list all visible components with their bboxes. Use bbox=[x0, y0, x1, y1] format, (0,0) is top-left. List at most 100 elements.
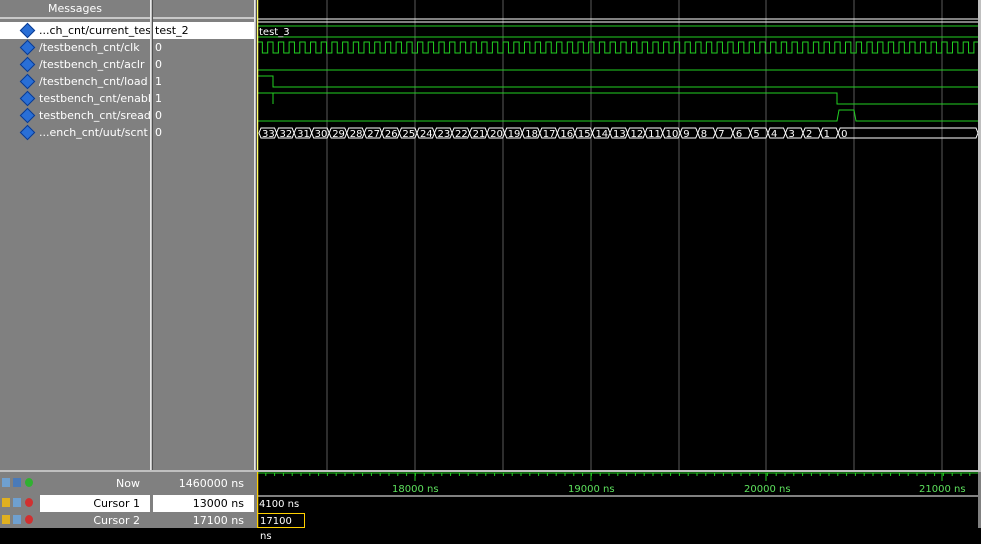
scnt-value: 3 bbox=[789, 129, 795, 140]
signal-name: testbench_cnt/enable bbox=[39, 92, 150, 105]
signal-row-aclr[interactable]: /testbench_cnt/aclr bbox=[0, 56, 150, 73]
time-ruler[interactable] bbox=[257, 472, 978, 528]
edit-icon[interactable] bbox=[13, 498, 21, 507]
signal-value[interactable]: 1 bbox=[153, 73, 254, 90]
cursor2-row[interactable]: Cursor 2 bbox=[0, 512, 150, 529]
signal-diamond-icon bbox=[19, 107, 36, 124]
scnt-value: 18 bbox=[525, 129, 538, 140]
scnt-value: 20 bbox=[490, 129, 503, 140]
ruler-bg bbox=[257, 472, 978, 528]
scnt-value: 8 bbox=[701, 129, 707, 140]
scnt-value: 23 bbox=[438, 129, 451, 140]
scnt-value: 16 bbox=[560, 129, 573, 140]
signal-value[interactable]: 0 bbox=[153, 124, 254, 141]
signal-value[interactable]: 1 bbox=[153, 90, 254, 107]
signal-row-enable[interactable]: testbench_cnt/enable bbox=[0, 90, 150, 107]
scnt-value: 1 bbox=[824, 129, 830, 140]
lock-icon[interactable] bbox=[2, 515, 10, 524]
now-value: 1460000 ns bbox=[178, 477, 244, 490]
now-row: Now bbox=[0, 475, 150, 492]
values-header bbox=[153, 0, 254, 18]
now-label: Now bbox=[116, 477, 140, 490]
cursor2-marker[interactable]: 17100 ns bbox=[257, 513, 305, 542]
cursor2-value: 17100 ns bbox=[192, 514, 244, 527]
edit-icon[interactable] bbox=[13, 515, 21, 524]
scnt-value: 31 bbox=[297, 129, 310, 140]
zoom-icon[interactable] bbox=[2, 478, 10, 487]
signal-name: /testbench_cnt/load bbox=[39, 75, 148, 88]
messages-header[interactable]: Messages bbox=[0, 0, 150, 18]
signal-values-pane: test_2 0 0 1 1 0 0 bbox=[153, 0, 254, 528]
wave-window: { "header": { "messages_label": "Message… bbox=[0, 0, 981, 542]
signal-value[interactable]: 0 bbox=[153, 107, 254, 124]
clk-wave bbox=[257, 41, 978, 54]
signal-name: ...ch_cnt/current_test bbox=[39, 24, 150, 37]
signal-diamond-icon bbox=[19, 73, 36, 90]
signal-row-clk[interactable]: /testbench_cnt/clk bbox=[0, 39, 150, 56]
signal-name: testbench_cnt/sready bbox=[39, 109, 150, 122]
signal-row-load[interactable]: /testbench_cnt/load bbox=[0, 73, 150, 90]
tick-label: 20000 ns bbox=[744, 484, 791, 495]
add-cursor-icon[interactable] bbox=[25, 478, 33, 487]
signal-name: /testbench_cnt/clk bbox=[39, 41, 140, 54]
signal-value[interactable]: 0 bbox=[153, 56, 254, 73]
scnt-value: 0 bbox=[841, 129, 847, 140]
scnt-segment bbox=[837, 127, 978, 139]
scnt-value: 28 bbox=[350, 129, 363, 140]
scnt-value: 12 bbox=[631, 129, 644, 140]
cursor1-value[interactable]: 13000 ns bbox=[153, 495, 254, 512]
signal-diamond-icon bbox=[19, 124, 36, 141]
scnt-value: 7 bbox=[718, 129, 724, 140]
scnt-value: 21 bbox=[473, 129, 486, 140]
scnt-value: 19 bbox=[508, 129, 521, 140]
header-divider bbox=[153, 17, 254, 19]
signal-row-current-test[interactable]: ...ch_cnt/current_test bbox=[0, 22, 150, 39]
signal-name: /testbench_cnt/aclr bbox=[39, 58, 145, 71]
scnt-value: 27 bbox=[367, 129, 380, 140]
cursor1-row[interactable]: Cursor 1 bbox=[0, 495, 150, 512]
lock-icon[interactable] bbox=[2, 498, 10, 507]
signal-row-scnt[interactable]: ...ench_cnt/uut/scnt bbox=[0, 124, 150, 141]
sready-wave bbox=[257, 109, 978, 122]
scnt-value: 26 bbox=[385, 129, 398, 140]
scnt-value: 17 bbox=[543, 129, 556, 140]
scnt-value: 22 bbox=[455, 129, 468, 140]
tick-label: 18000 ns bbox=[392, 484, 439, 495]
tick-label: 19000 ns bbox=[568, 484, 615, 495]
scnt-value: 25 bbox=[402, 129, 415, 140]
scnt-value: 15 bbox=[578, 129, 591, 140]
signal-diamond-icon bbox=[19, 90, 36, 107]
scnt-value: 14 bbox=[595, 129, 608, 140]
scnt-value: 24 bbox=[420, 129, 433, 140]
cursor2-label: Cursor 2 bbox=[93, 514, 140, 527]
delete-cursor-icon[interactable] bbox=[25, 515, 33, 524]
cursor1-delta: 4100 ns bbox=[259, 499, 300, 510]
scnt-value: 32 bbox=[280, 129, 293, 140]
scnt-value: 30 bbox=[315, 129, 328, 140]
load-wave bbox=[257, 75, 978, 88]
delete-cursor-icon[interactable] bbox=[25, 498, 33, 507]
scnt-value: 11 bbox=[648, 129, 661, 140]
scnt-value: 29 bbox=[332, 129, 345, 140]
waveform-canvas[interactable]: test_333 32 31 30 29 28 27 26 25 24 23 22 21 20 19 18 17… bbox=[257, 0, 978, 470]
signal-row-sready[interactable]: testbench_cnt/sready bbox=[0, 107, 150, 124]
scnt-value: 2 bbox=[806, 129, 812, 140]
scnt-value: 33 bbox=[262, 129, 275, 140]
header-divider bbox=[0, 17, 150, 19]
cursor1-label: Cursor 1 bbox=[93, 497, 140, 510]
signal-diamond-icon bbox=[19, 56, 36, 73]
scnt-value: 9 bbox=[683, 129, 689, 140]
signal-names-pane: Messages ...ch_cnt/current_test /testben… bbox=[0, 0, 150, 528]
scnt-value: 10 bbox=[666, 129, 679, 140]
signal-name: ...ench_cnt/uut/scnt bbox=[39, 126, 148, 139]
window-icon[interactable] bbox=[13, 478, 21, 487]
current-test-value: test_3 bbox=[259, 27, 290, 38]
tick-label: 21000 ns bbox=[919, 484, 966, 495]
enable-wave bbox=[257, 92, 978, 105]
scnt-value: 13 bbox=[613, 129, 626, 140]
signal-value[interactable]: test_2 bbox=[153, 22, 254, 39]
signal-diamond-icon bbox=[19, 39, 36, 56]
signal-value[interactable]: 0 bbox=[153, 39, 254, 56]
scnt-value: 5 bbox=[753, 129, 759, 140]
scnt-value: 4 bbox=[771, 129, 777, 140]
